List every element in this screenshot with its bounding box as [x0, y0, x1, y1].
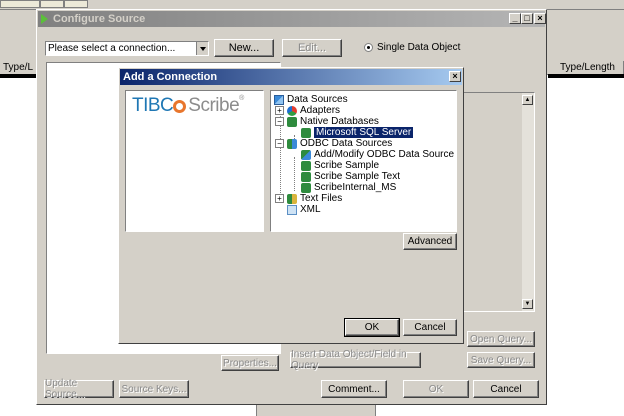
background-divider — [548, 74, 624, 78]
tree-node-microsoft-sql-server[interactable]: Microsoft SQL Server — [301, 127, 414, 138]
ok-button[interactable]: OK — [403, 380, 469, 398]
configure-source-titlebar[interactable]: Configure Source _ □ × — [38, 11, 546, 27]
scroll-down-icon[interactable]: ▼ — [522, 299, 533, 309]
cancel-button[interactable]: Cancel — [403, 319, 457, 336]
logo-ring-icon — [173, 99, 187, 113]
tree-node-scribe-sample-text[interactable]: Scribe Sample Text — [301, 171, 400, 182]
expand-icon[interactable]: + — [275, 106, 284, 115]
logo-pane: TIBC Scribe ® — [125, 90, 264, 232]
tree-node-label: ODBC Data Sources — [300, 138, 393, 149]
tree-node-label: Data Sources — [287, 94, 348, 105]
background-tab[interactable] — [40, 0, 64, 8]
minimize-icon[interactable]: _ — [509, 13, 521, 24]
single-data-object-label: Single Data Object — [377, 41, 461, 53]
tree-node-label: ScribeInternal_MS — [314, 182, 397, 193]
logo-brand-text: TIBC — [132, 95, 174, 116]
xml-icon — [287, 204, 297, 215]
comment-button[interactable]: Comment... — [321, 380, 387, 398]
open-query-button[interactable]: Open Query... — [467, 331, 535, 347]
database-icon — [301, 160, 311, 171]
logo-product-text: Scribe — [188, 95, 240, 116]
tree-node-label: Adapters — [300, 105, 341, 116]
text-files-icon — [287, 193, 297, 204]
tree-node-scribe-sample[interactable]: Scribe Sample — [301, 160, 379, 171]
database-icon — [301, 171, 311, 182]
data-sources-icon — [274, 94, 284, 105]
odbc-icon — [287, 138, 297, 149]
tree-node-xml[interactable]: XML — [287, 204, 321, 215]
background-panel-bottom — [256, 404, 376, 416]
collapse-icon[interactable]: − — [275, 139, 284, 148]
tree-node-label: Scribe Sample Text — [314, 171, 400, 182]
tree-node-text-files[interactable]: + Text Files — [275, 193, 342, 204]
data-source-tree[interactable]: Data Sources + Adapters − Native Databas… — [270, 90, 457, 232]
tree-node-label: Text Files — [300, 193, 343, 204]
chevron-down-icon[interactable] — [196, 42, 208, 55]
add-connection-dialog: Add a Connection × TIBC Scribe ® Data So… — [118, 67, 464, 344]
vertical-scrollbar[interactable]: ▲ ▼ — [522, 93, 534, 311]
insert-data-object-button[interactable]: Insert Data Object/Field in Query — [290, 349, 421, 371]
radio-selected-icon[interactable] — [364, 42, 373, 52]
connection-select-value: Please select a connection... — [48, 43, 176, 54]
background-tab[interactable] — [64, 0, 88, 8]
close-icon[interactable]: × — [534, 13, 546, 24]
update-source-button[interactable]: Update Source... — [44, 378, 114, 400]
tree-node-data-sources[interactable]: Data Sources — [274, 94, 348, 105]
tree-node-label: Scribe Sample — [314, 160, 380, 171]
source-keys-button[interactable]: Source Keys... — [119, 380, 189, 398]
add-connection-title: Add a Connection — [123, 71, 218, 83]
registered-mark: ® — [239, 95, 244, 102]
cancel-button[interactable]: Cancel — [473, 380, 539, 398]
database-icon — [301, 127, 311, 138]
expand-icon[interactable]: + — [275, 194, 284, 203]
maximize-icon[interactable]: □ — [521, 13, 533, 24]
scroll-up-icon[interactable]: ▲ — [522, 95, 533, 105]
tree-node-label: Native Databases — [300, 116, 379, 127]
tree-node-adapters[interactable]: + Adapters — [275, 105, 340, 116]
database-icon — [287, 116, 297, 127]
configure-source-title: Configure Source — [53, 13, 146, 25]
advanced-button[interactable]: Advanced — [403, 233, 457, 250]
tree-node-scribeinternal-ms[interactable]: ScribeInternal_MS — [301, 182, 396, 193]
background-column-header: Type/L — [0, 61, 40, 75]
single-data-object-radio[interactable]: Single Data Object — [364, 41, 460, 53]
tree-node-label: Microsoft SQL Server — [314, 127, 414, 138]
tree-node-add-modify-odbc[interactable]: Add/Modify ODBC Data Source — [301, 149, 454, 160]
connection-select[interactable]: Please select a connection... — [45, 41, 209, 56]
odbc-settings-icon — [301, 149, 311, 160]
properties-button[interactable]: Properties... — [221, 355, 279, 371]
database-icon — [301, 182, 311, 193]
app-icon — [41, 14, 48, 24]
background-column-header: Type/Length — [544, 61, 624, 75]
tree-node-native-databases[interactable]: − Native Databases — [275, 116, 379, 127]
background-tab[interactable] — [0, 0, 40, 8]
tibco-scribe-logo: TIBC Scribe ® — [132, 95, 244, 117]
tree-node-odbc-data-sources[interactable]: − ODBC Data Sources — [275, 138, 392, 149]
edit-connection-button[interactable]: Edit... — [282, 39, 342, 57]
ok-button[interactable]: OK — [344, 318, 400, 337]
save-query-button[interactable]: Save Query... — [467, 352, 535, 368]
new-connection-button[interactable]: New... — [214, 39, 274, 57]
background-divider — [0, 74, 36, 78]
collapse-icon[interactable]: − — [275, 117, 284, 126]
tree-node-label: XML — [300, 204, 321, 215]
close-icon[interactable]: × — [449, 71, 461, 82]
background-panel-right — [544, 10, 624, 61]
background-panel-left — [0, 10, 40, 61]
adapters-icon — [287, 105, 297, 116]
add-connection-titlebar[interactable]: Add a Connection × — [120, 69, 462, 85]
tree-node-label: Add/Modify ODBC Data Source — [314, 149, 455, 160]
